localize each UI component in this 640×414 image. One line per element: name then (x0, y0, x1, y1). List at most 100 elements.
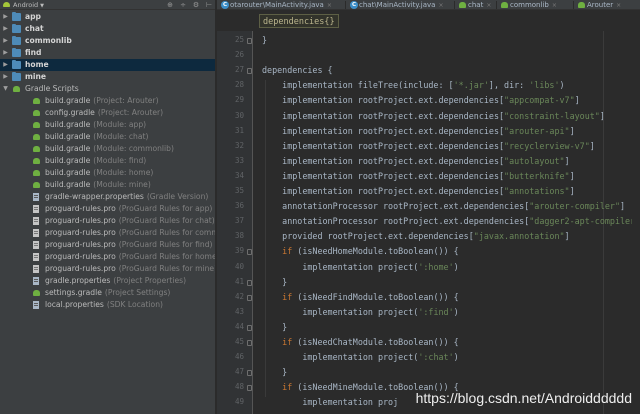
file-name: proguard-rules.pro (45, 252, 116, 261)
code-token: ] (564, 231, 570, 242)
tree-item-chat[interactable]: ▶ chat (0, 23, 215, 35)
tree-item-build-gradle[interactable]: build.gradle (Module: find) (0, 155, 215, 167)
tree-item-build-gradle[interactable]: build.gradle (Module: home) (0, 167, 215, 179)
project-view-selector[interactable]: Android ▼ (3, 0, 44, 10)
file-name: build.gradle (45, 168, 91, 177)
gradle-icon (578, 2, 585, 8)
close-icon[interactable]: × (552, 2, 557, 9)
collapse-arrow-icon[interactable]: ▶ (2, 23, 9, 35)
tree-item-label: mine (25, 71, 46, 83)
tree-item-local-properties[interactable]: local.properties (SDK Location) (0, 299, 215, 311)
editor-tab[interactable]: chat × (457, 0, 491, 9)
close-icon[interactable]: × (616, 2, 621, 9)
fold-marker-icon[interactable] (247, 279, 252, 286)
tree-item-proguard-rules-pro[interactable]: proguard-rules.pro (ProGuard Rules for ho… (0, 251, 215, 263)
code-token: ) (453, 261, 459, 272)
tree-item-config-gradle[interactable]: config.gradle (Project: Arouter) (0, 107, 215, 119)
close-icon[interactable]: × (327, 2, 332, 9)
close-icon[interactable]: × (438, 2, 443, 9)
tree-item-build-gradle[interactable]: build.gradle (Module: commonlib) (0, 143, 215, 155)
collapse-icon[interactable]: ÷ (179, 1, 187, 9)
breadcrumb[interactable]: dependencies{} (259, 14, 339, 28)
fold-marker-icon[interactable] (247, 38, 252, 44)
tree-item-proguard-rules-pro[interactable]: proguard-rules.pro (ProGuard Rules for mi… (0, 263, 215, 275)
tab-label: chat\MainActivity.java (359, 1, 436, 9)
collapse-arrow-icon[interactable]: ▶ (2, 11, 9, 23)
gear-icon[interactable]: ⚙ (192, 1, 200, 9)
line-number: 33 (234, 155, 244, 165)
line-number: 34 (234, 170, 244, 180)
hide-icon[interactable]: ⊢ (205, 1, 213, 9)
tree-item-settings-gradle[interactable]: settings.gradle (Project Settings) (0, 287, 215, 299)
tree-item-proguard-rules-pro[interactable]: proguard-rules.pro (ProGuard Rules for fi… (0, 239, 215, 251)
tree-item-label: chat (25, 23, 44, 35)
tree-item-build-gradle[interactable]: build.gradle (Project: Arouter) (0, 95, 215, 107)
expand-arrow-icon[interactable]: ▼ (2, 83, 9, 95)
fold-marker-icon[interactable] (247, 68, 252, 75)
line-number-gutter[interactable]: 25 26 27 28 29 30 31 32 33 34 35 36 37 38 39 40 41 42 43 44… (217, 31, 253, 414)
collapse-arrow-icon[interactable]: ▶ (2, 71, 9, 83)
fold-marker-icon[interactable] (247, 324, 252, 331)
fold-marker-icon[interactable] (247, 249, 252, 256)
file-name: settings.gradle (45, 288, 102, 297)
fold-marker-icon[interactable] (247, 370, 252, 377)
tree-item-gradle-wrapper-properties[interactable]: gradle-wrapper.properties (Gradle Version… (0, 191, 215, 203)
editor-tab[interactable]: commonlib × (499, 0, 557, 9)
code-line: implementation proj (262, 397, 398, 407)
gradle-file-icon (32, 181, 41, 189)
file-name: build.gradle (45, 156, 91, 165)
editor-tab[interactable]: Arouter × (576, 0, 621, 9)
tree-item-build-gradle[interactable]: build.gradle (Module: chat) (0, 131, 215, 143)
keyword-token: if (282, 337, 293, 347)
close-icon[interactable]: × (486, 2, 491, 9)
tree-item-build-gradle[interactable]: build.gradle (Module: mine) (0, 179, 215, 191)
code-token: implementation project( (262, 352, 419, 363)
tree-item-label: build.gradle (Module: chat) (45, 131, 148, 143)
tree-item-find[interactable]: ▶ find (0, 47, 215, 59)
text-file-icon (32, 265, 41, 273)
line-number: 26 (234, 50, 244, 60)
tree-item-home[interactable]: ▶ home (0, 59, 215, 71)
code-line: annotationProcessor rootProject.ext.depe… (262, 201, 625, 211)
code-editor[interactable]: dependencies{} 25 26 27 28 29 30 31 32 33 34 35 36 3… (217, 11, 640, 414)
tab-label: chat (468, 1, 484, 9)
tree-item-gradle-scripts[interactable]: ▼ Gradle Scripts (0, 83, 215, 95)
android-icon (3, 2, 10, 7)
line-number: 49 (234, 397, 244, 407)
collapse-arrow-icon[interactable]: ▶ (2, 59, 9, 71)
editor-scrollbar[interactable] (632, 31, 640, 414)
tree-item-build-gradle[interactable]: build.gradle (Module: app) (0, 119, 215, 131)
tree-item-gradle-properties[interactable]: gradle.properties (Project Properties) (0, 275, 215, 287)
sync-icon[interactable]: ⊕ (166, 1, 174, 9)
editor-tab[interactable]: Cchat\MainActivity.java × (348, 0, 444, 9)
gradle-file-icon (32, 109, 41, 117)
fold-marker-icon[interactable] (247, 294, 252, 301)
code-line: implementation rootProject.ext.dependenc… (262, 171, 574, 181)
tab-separator (573, 1, 574, 9)
tree-item-label: home (25, 59, 49, 71)
line-number: 47 (234, 367, 244, 377)
collapse-arrow-icon[interactable]: ▶ (2, 35, 9, 47)
file-name: proguard-rules.pro (45, 264, 116, 273)
code-line: annotationProcessor rootProject.ext.depe… (262, 216, 640, 226)
tree-item-app[interactable]: ▶ app (0, 11, 215, 23)
tree-item-label: app (25, 11, 41, 23)
tree-item-proguard-rules-pro[interactable]: proguard-rules.pro (ProGuard Rules for ch… (0, 215, 215, 227)
collapse-arrow-icon[interactable]: ▶ (2, 47, 9, 59)
tab-separator (496, 1, 497, 9)
tree-item-proguard-rules-pro[interactable]: proguard-rules.pro (ProGuard Rules for ap… (0, 203, 215, 215)
fold-marker-icon[interactable] (247, 340, 252, 346)
editor-tab[interactable]: Cotarouter\MainActivity.java × (219, 0, 332, 9)
tree-item-label: proguard-rules.pro (ProGuard Rules for fi… (45, 239, 212, 251)
file-hint: (Module: mine) (93, 180, 151, 189)
file-name: build.gradle (45, 96, 91, 105)
code-area[interactable]: } dependencies { implementation fileTree(… (253, 31, 640, 414)
tree-item-commonlib[interactable]: ▶ commonlib (0, 35, 215, 47)
tree-item-proguard-rules-pro[interactable]: proguard-rules.pro (ProGuard Rules for co… (0, 227, 215, 239)
file-hint: (Module: find) (93, 156, 147, 165)
tree-item-mine[interactable]: ▶ mine (0, 71, 215, 83)
file-hint: (ProGuard Rules for find) (118, 240, 213, 249)
fold-marker-icon[interactable] (247, 385, 252, 392)
tree-item-label: find (25, 47, 41, 59)
line-number: 25 (234, 35, 244, 44)
